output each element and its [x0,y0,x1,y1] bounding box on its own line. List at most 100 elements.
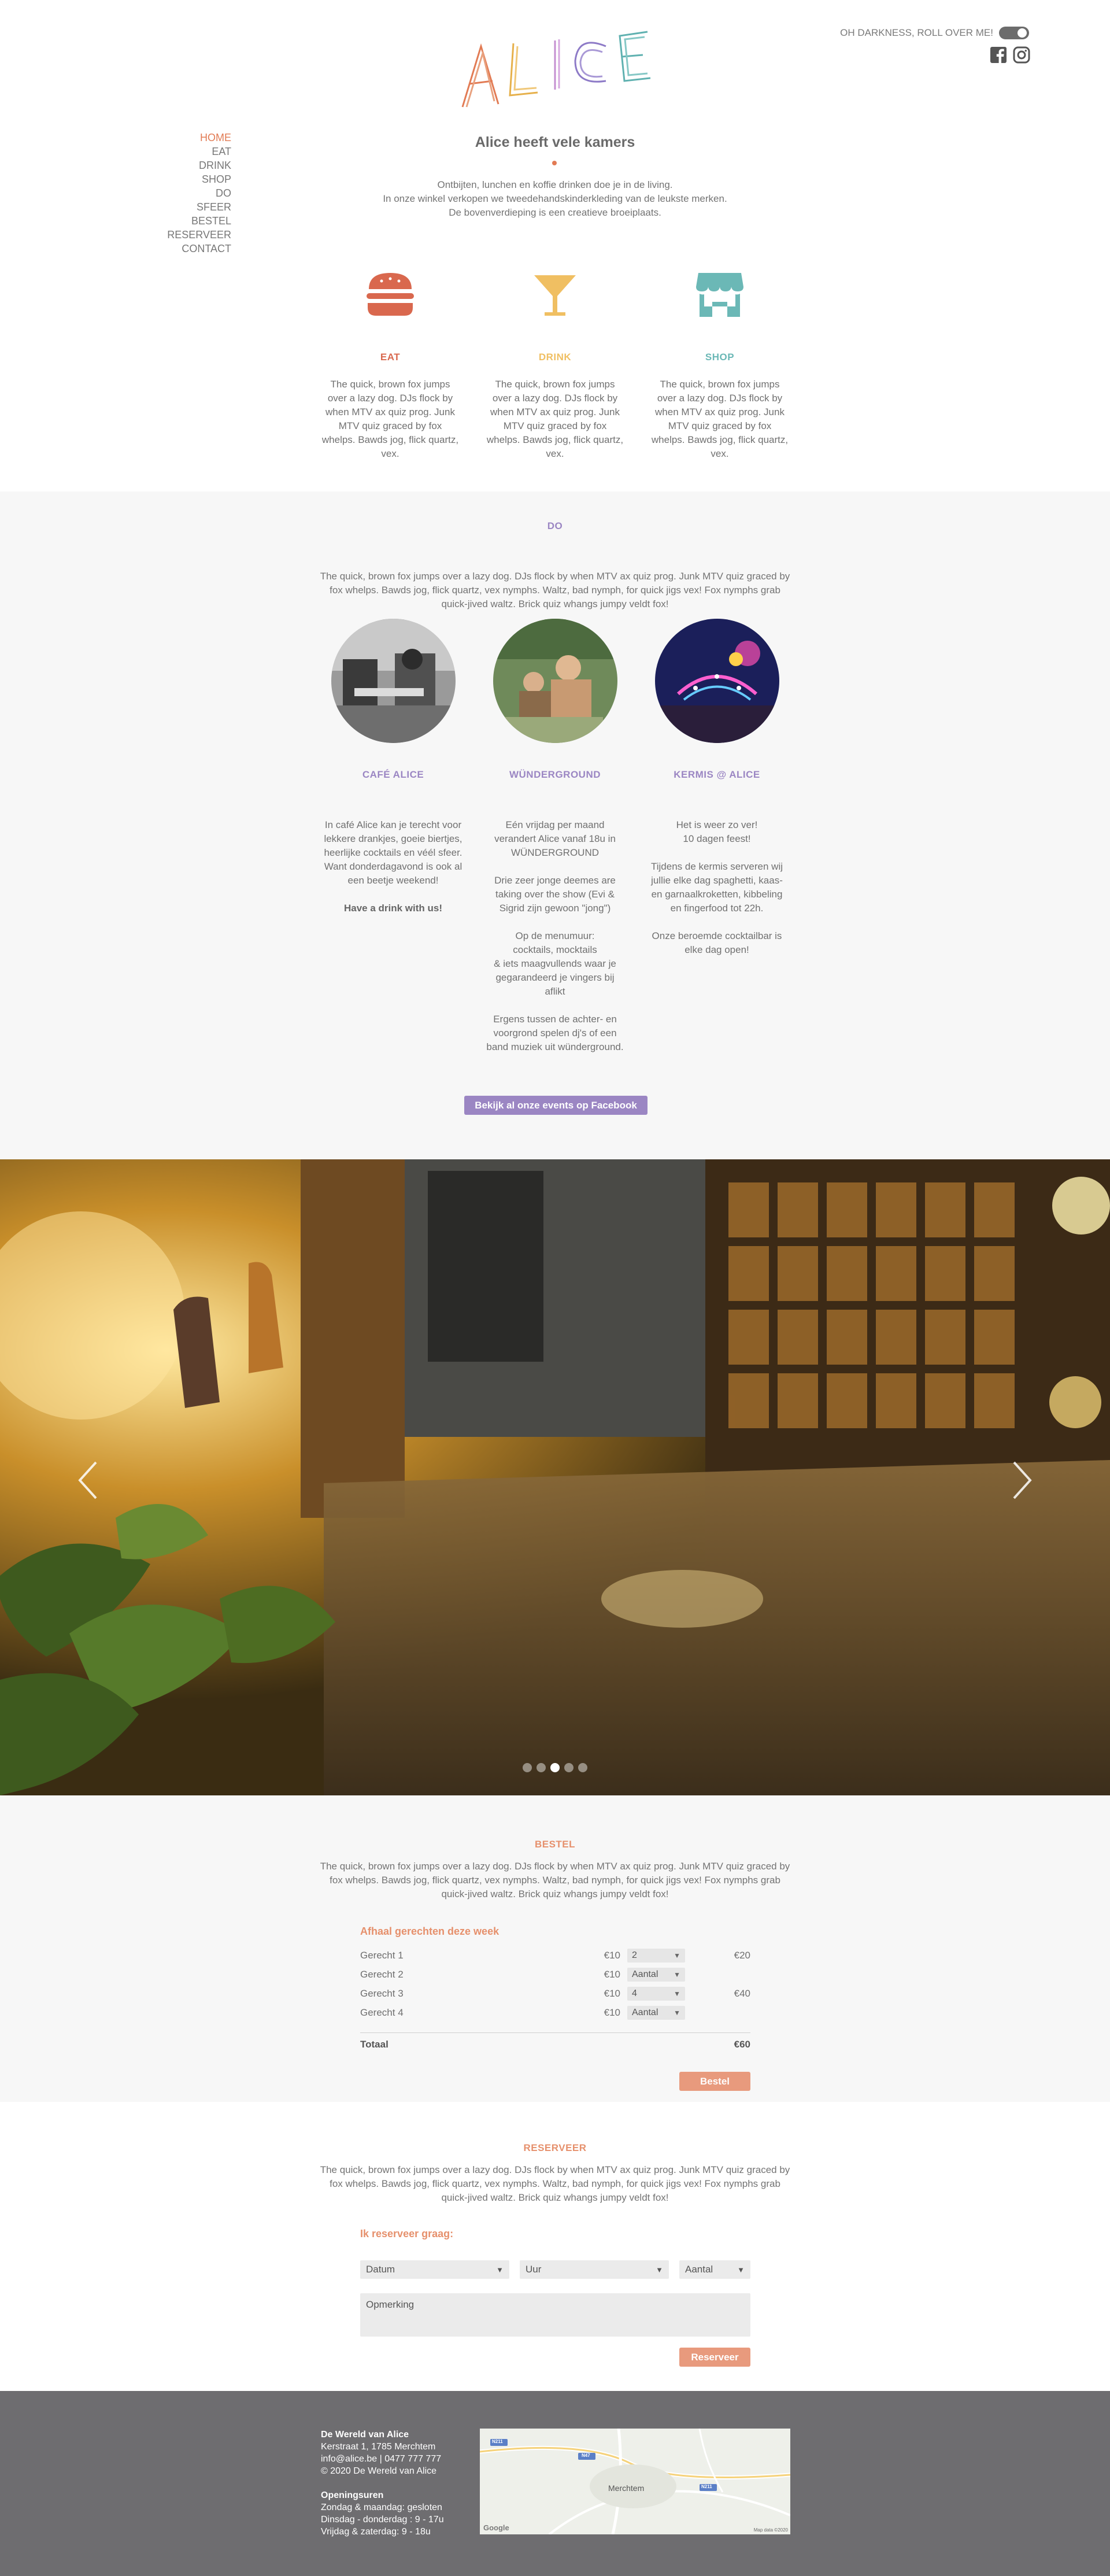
nav-item-drink[interactable]: DRINK [167,158,231,172]
chevron-down-icon: ▼ [496,2265,504,2274]
dish-price: €10 [604,1968,620,1980]
chevron-down-icon: ▼ [737,2265,745,2274]
section-intro: The quick, brown fox jumps over a lazy d… [320,1861,790,1899]
slider-dot[interactable] [523,1763,532,1772]
nav-item-reserveer[interactable]: RESERVEER [167,228,231,242]
feature-text: The quick, brown fox jumps over a lazy d… [651,379,789,459]
date-select-value: Datum [366,2264,395,2275]
total-value: €60 [734,2039,750,2050]
time-select-value: Uur [526,2264,542,2275]
chevron-down-icon: ▼ [674,2008,680,2017]
slider-next-arrow[interactable] [1011,1460,1034,1500]
guests-select[interactable]: Aantal ▼ [679,2260,750,2279]
section-title: DO [547,520,563,531]
column-body: Eén vrijdag per maand verandert Alice va… [486,818,624,1054]
shop-icon [696,273,743,317]
intro-line: Ontbijten, lunchen en koffie drinken doe… [437,179,673,190]
feature-eat: EAT The quick, brown fox jumps over a la… [321,272,460,461]
photo-slider[interactable] [0,1159,1110,1795]
quantity-select[interactable]: 2 ▼ [627,1948,685,1963]
footer-address: Kerstraat 1, 1785 Merchtem [321,2442,436,2452]
footer-copyright: © 2020 De Wereld van Alice [321,2466,437,2476]
toggle-switch[interactable] [999,27,1029,39]
column-paragraph: Onze beroemde cocktailbar is elke dag op… [652,930,782,955]
quantity-select[interactable]: Aantal ▼ [627,1967,685,1982]
column-body: Het is weer zo ver! 10 dagen feest! Tijd… [648,818,786,957]
map-road-label: N211 [701,2484,712,2489]
footer-contact[interactable]: info@alice.be | 0477 777 777 [321,2453,444,2465]
note-field[interactable]: Opmerking [360,2293,750,2337]
quantity-select[interactable]: 4 ▼ [627,1986,685,2001]
alice-logo[interactable] [457,23,653,116]
slider-dot[interactable] [564,1763,574,1772]
column-strong: Have a drink with us! [343,903,443,914]
do-column-wunderground: WÜNDERGROUND Eén vrijdag per maand veran… [486,619,624,1068]
nav-item-contact[interactable]: CONTACT [167,242,231,256]
guests-select-value: Aantal [685,2264,713,2275]
map-brand: Google [483,2523,509,2532]
slider-dots [0,1763,1110,1772]
slider-dot[interactable] [550,1763,560,1772]
reservation-form: Ik reserveer graag: Datum ▼ Uur ▼ Aantal… [360,2228,750,2337]
map-road-label: N47 [582,2453,590,2458]
map-credit: Map data ©2020 [753,2527,788,2533]
facebook-icon[interactable] [990,46,1007,64]
reserveer-button[interactable]: Reserveer [679,2348,750,2367]
order-row: Gerecht 4 €10 Aantal ▼ [360,2003,750,2022]
kermis-photo [654,619,779,743]
do-columns: CAFÉ ALICE In café Alice kan je terecht … [324,619,786,1068]
nav-item-do[interactable]: DO [167,186,231,200]
slider-dot[interactable] [578,1763,587,1772]
dark-mode-toggle[interactable]: OH DARKNESS, ROLL OVER ME! [840,27,1029,39]
quantity-select[interactable]: Aantal ▼ [627,2005,685,2020]
chevron-down-icon: ▼ [674,1951,680,1960]
location-map[interactable]: N211 N47 N211 Merchtem Google Map data ©… [480,2429,790,2534]
column-body: In café Alice kan je terecht voor lekker… [324,818,462,915]
order-rows: Gerecht 1 €10 2 ▼ €20 Gerecht 2 €10 Aantal ▼ Gere… [360,1946,750,2022]
dish-subtotal: €20 [734,1949,750,1961]
column-paragraph: Ergens tussen de achter- en voorgrond sp… [486,1014,624,1052]
column-paragraph: Het is weer zo ver! 10 dagen feest! [676,819,758,844]
column-paragraph: Tijdens de kermis serveren wij jullie el… [651,861,783,914]
dish-name: Gerecht 4 [360,2006,404,2018]
order-divider [360,2032,750,2033]
bestel-button[interactable]: Bestel [679,2072,750,2091]
feature-drink: DRINK The quick, brown fox jumps over a … [486,272,624,461]
date-select[interactable]: Datum ▼ [360,2260,509,2279]
social-links [990,46,1030,64]
column-title: KERMIS @ ALICE [674,769,760,780]
do-column-cafe: CAFÉ ALICE In café Alice kan je terecht … [324,619,462,1068]
section-intro: The quick, brown fox jumps over a lazy d… [320,571,790,609]
slide-image [0,1159,1110,1795]
chevron-down-icon: ▼ [656,2265,663,2274]
section-title: BESTEL [534,1839,576,1850]
order-subtitle: Afhaal gerechten deze week [360,1925,500,1937]
order-row: Gerecht 3 €10 4 ▼ €40 [360,1984,750,2003]
footer-hours-line: Dinsdag - donderdag : 9 - 17u [321,2515,444,2525]
reservation-selects: Datum ▼ Uur ▼ Aantal ▼ [360,2260,750,2279]
instagram-icon[interactable] [1013,46,1030,64]
dish-subtotal: €40 [734,1987,750,1999]
section-title: RESERVEER [523,2142,587,2153]
facebook-events-button[interactable]: Bekijk al onze events op Facebook [464,1096,648,1115]
order-total: Totaal €60 [360,2039,750,2050]
nav-item-shop[interactable]: SHOP [167,172,231,186]
nav-item-bestel[interactable]: BESTEL [167,214,231,228]
column-paragraph: Eén vrijdag per maand verandert Alice va… [494,819,616,858]
column-title: WÜNDERGROUND [509,769,601,780]
feature-text: The quick, brown fox jumps over a lazy d… [486,379,624,459]
section-intro: The quick, brown fox jumps over a lazy d… [320,2164,790,2203]
quantity-value: Aantal [632,1969,658,1979]
footer-info: De Wereld van Alice Kerstraat 1, 1785 Me… [321,2429,444,2538]
slider-dot[interactable] [536,1763,546,1772]
intro-line: De bovenverdieping is een creatieve broe… [449,207,661,218]
intro-dot [552,161,557,165]
slider-prev-arrow[interactable] [76,1460,99,1500]
reserveer-section: RESERVEER The quick, brown fox jumps ove… [0,2102,1110,2391]
nav-item-sfeer[interactable]: SFEER [167,200,231,214]
quantity-value: 2 [632,1950,637,1960]
order-row: Gerecht 2 €10 Aantal ▼ [360,1965,750,1984]
feature-shop: SHOP The quick, brown fox jumps over a l… [650,272,789,461]
map-road-label: N211 [492,2439,503,2444]
time-select[interactable]: Uur ▼ [520,2260,669,2279]
